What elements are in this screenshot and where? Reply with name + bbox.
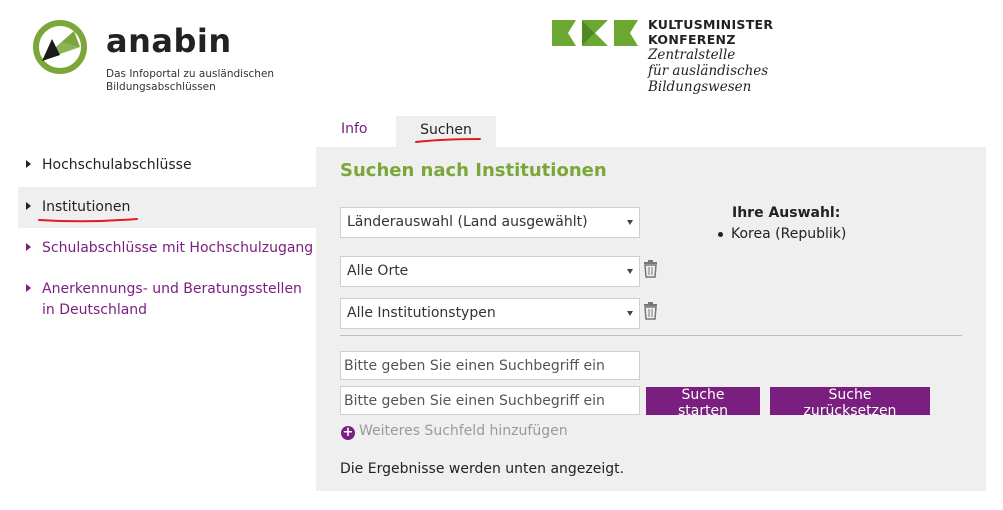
kmk-subtitle-line1: Zentralstelle [648, 47, 736, 63]
country-select[interactable]: Länderauswahl (Land ausgewählt) [340, 207, 640, 238]
caret-right-icon [26, 284, 31, 292]
chevron-down-icon [627, 220, 633, 225]
country-select-value: Länderauswahl (Land ausgewählt) [347, 214, 588, 230]
kmk-title-line2: KONFERENZ [648, 32, 736, 47]
sidebar-item-label: Schulabschlüsse mit Hochschulzugang [42, 240, 314, 256]
search-input-1[interactable] [340, 351, 640, 380]
plus-circle-icon: + [341, 425, 355, 440]
bullet-icon [718, 231, 723, 237]
results-note: Die Ergebnisse werden unten angezeigt. [340, 461, 625, 477]
selection-heading: Ihre Auswahl: [732, 205, 841, 221]
sidebar-item-hochschulabschluesse[interactable]: Hochschulabschlüsse [18, 155, 316, 176]
trash-icon[interactable] [643, 260, 658, 278]
search-reset-button[interactable]: Suche zurücksetzen [770, 387, 930, 419]
kmk-subtitle-line3: Bildungswesen [648, 79, 752, 95]
kmk-title-line1: KULTUSMINISTER [648, 17, 774, 32]
sidebar-item-label: Hochschulabschlüsse [42, 157, 192, 173]
anabin-compass-logo [33, 20, 87, 74]
location-select-value: Alle Orte [347, 263, 409, 279]
divider [340, 335, 962, 336]
kmk-subtitle-line2: für ausländisches [648, 63, 769, 79]
institution-type-select-value: Alle Institutionstypen [347, 305, 496, 321]
location-select[interactable]: Alle Orte [340, 256, 640, 287]
tab-info[interactable]: Info [341, 121, 368, 137]
institution-type-select[interactable]: Alle Institutionstypen [340, 298, 640, 329]
red-annotation-underline-tab [415, 138, 481, 143]
selection-item: Korea (Republik) [718, 226, 846, 242]
chevron-down-icon [627, 311, 633, 316]
sidebar-item-anerkennungsstellen[interactable]: Anerkennungs- und Beratungsstellen in De… [18, 279, 316, 321]
trash-icon[interactable] [643, 302, 658, 320]
brand-subtitle: Das Infoportal zu ausländischen Bildungs… [106, 68, 275, 93]
sidebar-item-label: Institutionen [42, 199, 131, 215]
sidebar-item-schulabschluesse[interactable]: Schulabschlüsse mit Hochschulzugang [18, 238, 316, 259]
add-search-field-link[interactable]: + Weiteres Suchfeld hinzufügen [341, 423, 568, 440]
brand-name: anabin [106, 22, 232, 60]
chevron-down-icon [627, 269, 633, 274]
page-title: Suchen nach Institutionen [340, 160, 607, 181]
kmk-logo [552, 20, 638, 46]
sidebar-item-label: Anerkennungs- und Beratungsstellen in De… [42, 281, 302, 318]
kmk-wordmark: KULTUSMINISTER KONFERENZ Zentralstelle f… [648, 17, 773, 95]
selection-item-label: Korea (Republik) [731, 226, 847, 242]
add-search-field-label: Weiteres Suchfeld hinzufügen [359, 423, 568, 439]
search-input-2[interactable] [340, 386, 640, 415]
red-annotation-underline-sidebar [38, 218, 138, 223]
caret-right-icon [26, 243, 31, 251]
caret-right-icon [26, 160, 31, 168]
search-start-button[interactable]: Suche starten [646, 387, 760, 419]
caret-right-icon [26, 202, 31, 210]
